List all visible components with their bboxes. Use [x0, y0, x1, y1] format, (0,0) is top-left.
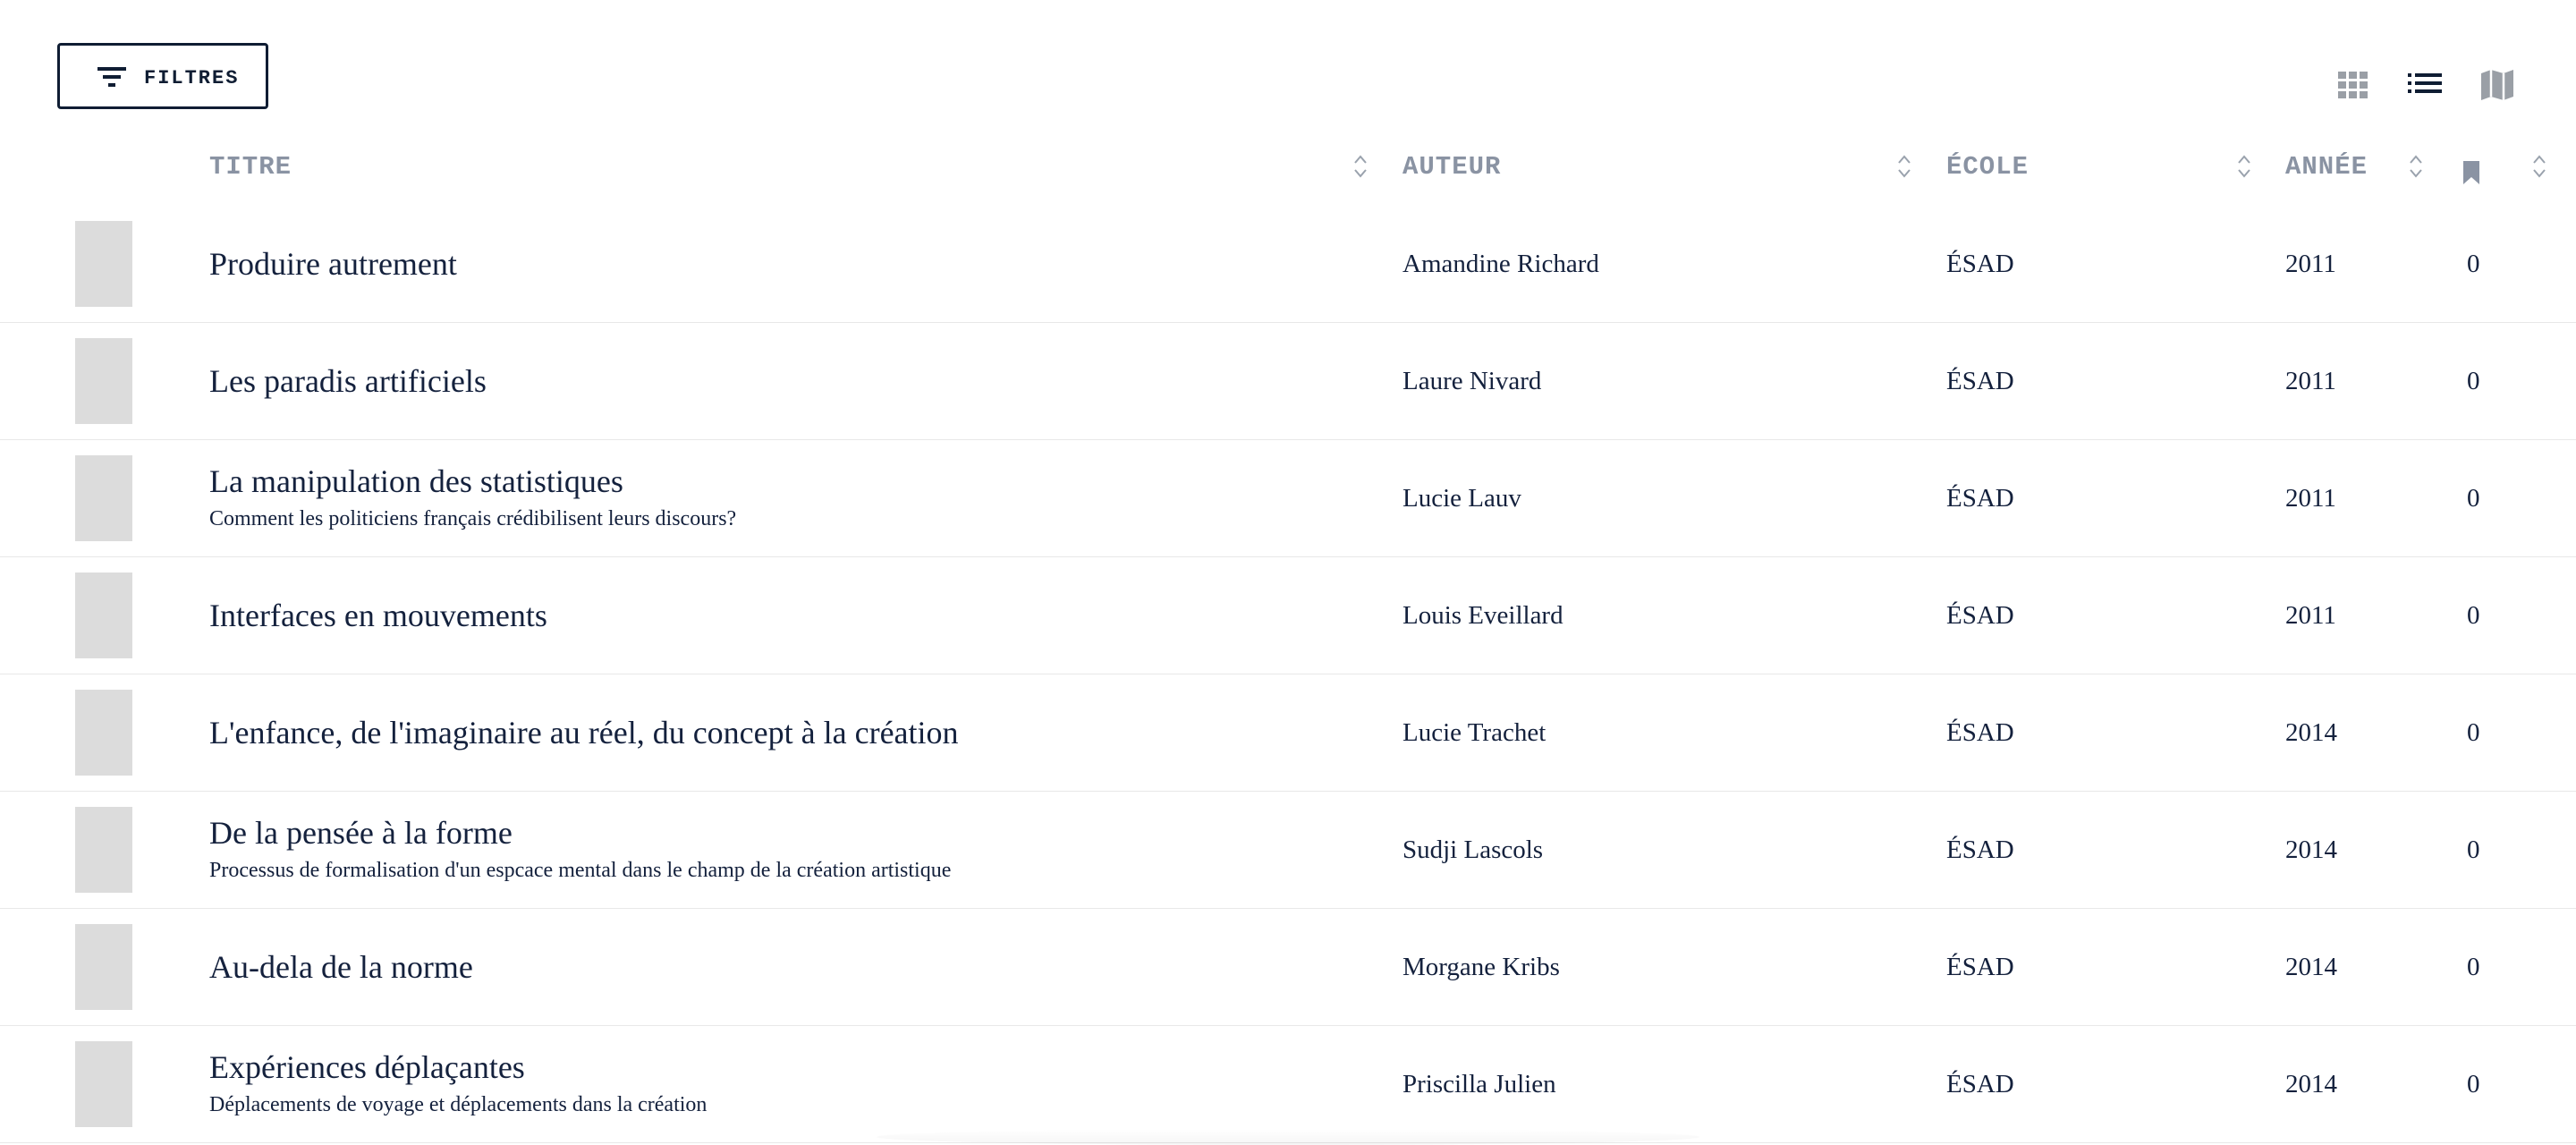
row-author[interactable]: Amandine Richard: [1402, 206, 1599, 322]
row-title[interactable]: Au-dela de la norme: [209, 948, 1354, 986]
row-bookmark-count: 0: [2467, 1069, 2480, 1098]
row-author[interactable]: Lucie Trachet: [1402, 674, 1546, 791]
row-subtitle: Processus de formalisation d'un espcace …: [209, 859, 952, 882]
sort-icon[interactable]: [2408, 152, 2424, 181]
table-row[interactable]: De la pensée à la forme Processus de for…: [0, 792, 2576, 909]
table-row[interactable]: Les paradis artificiels Laure Nivard ÉSA…: [0, 323, 2576, 440]
thumbnail-placeholder[interactable]: [75, 807, 132, 893]
row-bookmark-count: 0: [2467, 835, 2480, 864]
sort-icon[interactable]: [1896, 152, 1912, 181]
map-icon: [2481, 70, 2513, 100]
row-bookmark-count: 0: [2467, 249, 2480, 278]
row-bookmark-count: 0: [2467, 717, 2480, 747]
row-author[interactable]: Lucie Lauv: [1402, 440, 1521, 556]
row-school: ÉSAD: [1946, 952, 2014, 981]
filters-button-label: FILTRES: [144, 67, 240, 89]
row-title[interactable]: Interfaces en mouvements: [209, 597, 1354, 634]
row-bookmark-count: 0: [2467, 952, 2480, 981]
row-author[interactable]: Sudji Lascols: [1402, 792, 1543, 908]
row-year: 2011: [2285, 483, 2336, 513]
row-author[interactable]: Louis Eveillard: [1402, 557, 1563, 674]
row-school: ÉSAD: [1946, 600, 2014, 630]
map-view-button[interactable]: [2479, 68, 2515, 102]
column-header-year[interactable]: ANNÉE: [2285, 152, 2368, 182]
row-author[interactable]: Laure Nivard: [1402, 323, 1541, 439]
thumbnail-placeholder[interactable]: [75, 455, 132, 541]
thumbnail-placeholder[interactable]: [75, 1041, 132, 1127]
row-title[interactable]: Produire autrement: [209, 245, 1354, 283]
row-school: ÉSAD: [1946, 835, 2014, 864]
column-header-author[interactable]: AUTEUR: [1402, 152, 1501, 182]
filters-button[interactable]: FILTRES: [57, 43, 268, 109]
row-year: 2014: [2285, 952, 2337, 981]
row-title[interactable]: Expériences déplaçantes: [209, 1048, 1354, 1086]
row-title[interactable]: La manipulation des statistiques: [209, 462, 1354, 500]
filter-icon: [96, 65, 128, 89]
row-title[interactable]: De la pensée à la forme: [209, 814, 1354, 852]
thumbnail-placeholder[interactable]: [75, 690, 132, 776]
table-row[interactable]: La manipulation des statistiques Comment…: [0, 440, 2576, 557]
thumbnail-placeholder[interactable]: [75, 924, 132, 1010]
row-year: 2011: [2285, 600, 2336, 630]
row-year: 2014: [2285, 717, 2337, 747]
row-school: ÉSAD: [1946, 1069, 2014, 1098]
sort-icon[interactable]: [2531, 152, 2547, 181]
column-header-school[interactable]: ÉCOLE: [1946, 152, 2029, 182]
row-bookmark-count: 0: [2467, 483, 2480, 513]
row-title[interactable]: Les paradis artificiels: [209, 362, 1354, 400]
row-year: 2011: [2285, 366, 2336, 395]
row-school: ÉSAD: [1946, 366, 2014, 395]
row-subtitle: Comment les politiciens français crédibi…: [209, 507, 737, 530]
thumbnail-placeholder[interactable]: [75, 572, 132, 658]
row-bookmark-count: 0: [2467, 366, 2480, 395]
sort-icon[interactable]: [1352, 152, 1368, 181]
row-school: ÉSAD: [1946, 483, 2014, 513]
table-row[interactable]: Au-dela de la norme Morgane Kribs ÉSAD 2…: [0, 909, 2576, 1026]
row-author[interactable]: Priscilla Julien: [1402, 1026, 1556, 1142]
list-view-button[interactable]: [2408, 73, 2442, 97]
thumbnail-placeholder[interactable]: [75, 338, 132, 424]
bottom-scroll-shadow: [877, 1129, 1699, 1145]
row-author[interactable]: Morgane Kribs: [1402, 909, 1560, 1025]
thumbnail-placeholder[interactable]: [75, 221, 132, 307]
table-header: TITRE AUTEUR ÉCOLE ANNÉE: [0, 134, 2576, 207]
row-year: 2014: [2285, 835, 2337, 864]
row-school: ÉSAD: [1946, 717, 2014, 747]
grid-view-button[interactable]: [2338, 72, 2368, 98]
row-bookmark-count: 0: [2467, 600, 2480, 630]
table-row[interactable]: Interfaces en mouvements Louis Eveillard…: [0, 557, 2576, 674]
sort-icon[interactable]: [2236, 152, 2252, 181]
table-body: Produire autrement Amandine Richard ÉSAD…: [0, 206, 2576, 1143]
table-row[interactable]: Produire autrement Amandine Richard ÉSAD…: [0, 206, 2576, 323]
row-subtitle: Déplacements de voyage et déplacements d…: [209, 1093, 708, 1116]
row-title[interactable]: L'enfance, de l'imaginaire au réel, du c…: [209, 714, 1354, 751]
row-school: ÉSAD: [1946, 249, 2014, 278]
table-row[interactable]: L'enfance, de l'imaginaire au réel, du c…: [0, 674, 2576, 792]
bookmark-icon[interactable]: [2462, 159, 2481, 186]
column-header-title[interactable]: TITRE: [209, 152, 292, 182]
row-year: 2011: [2285, 249, 2336, 278]
row-year: 2014: [2285, 1069, 2337, 1098]
table-row[interactable]: Expériences déplaçantes Déplacements de …: [0, 1026, 2576, 1143]
